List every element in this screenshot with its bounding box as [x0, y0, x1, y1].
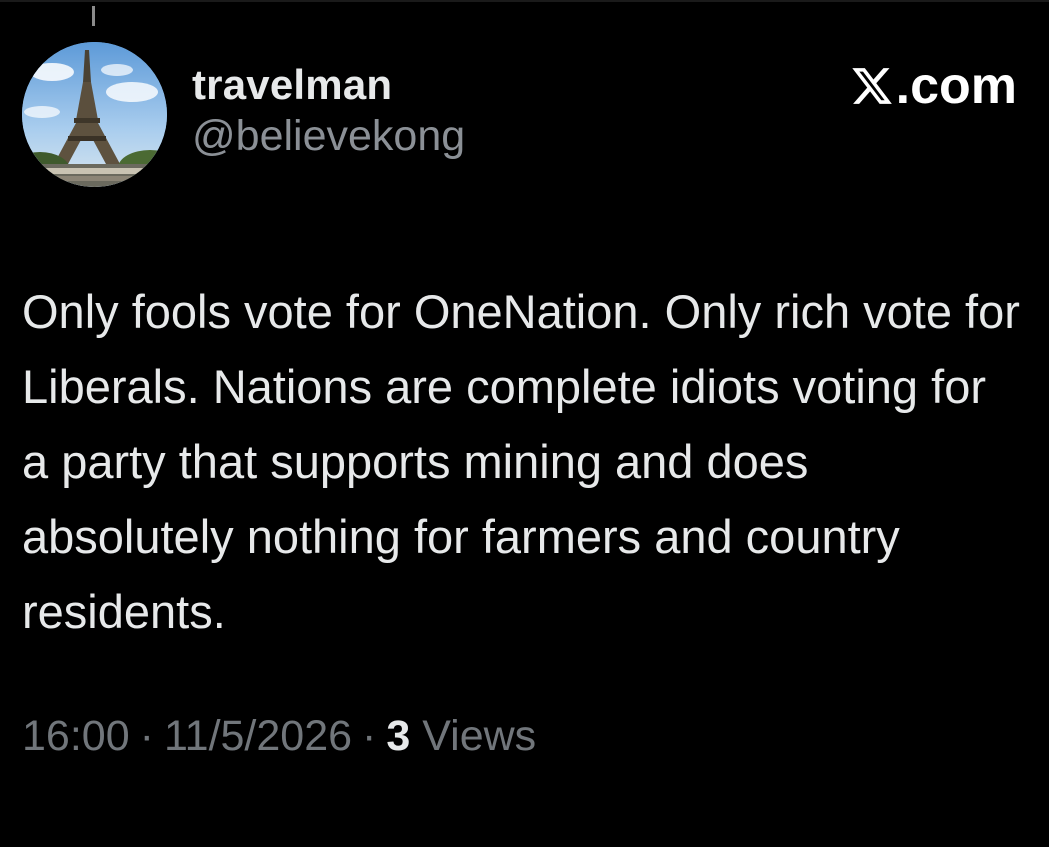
post-meta: 16:00 · 11/5/2026 · 3 Views [22, 708, 536, 764]
views-label[interactable]: Views [422, 712, 536, 760]
author-display-name[interactable]: travelman [192, 60, 465, 110]
avatar[interactable] [22, 42, 167, 187]
post-time[interactable]: 16:00 [22, 712, 130, 760]
eiffel-tower-avatar-icon [22, 42, 167, 187]
author-block[interactable]: travelman @believekong [192, 60, 465, 162]
author-handle[interactable]: @believekong [192, 110, 465, 162]
brand-watermark: .com [850, 56, 1017, 116]
x-logo-icon [851, 68, 892, 104]
views-count[interactable]: 3 [386, 712, 410, 760]
brand-label: .com [895, 57, 1017, 115]
meta-separator: · [139, 712, 154, 760]
post-text: Only fools vote for OneNation. Only rich… [22, 285, 1020, 638]
divider-tick [92, 6, 95, 26]
post-card: travelman @believekong .com Only fools v… [0, 0, 1049, 847]
meta-separator: · [362, 712, 377, 760]
post-date[interactable]: 11/5/2026 [164, 712, 352, 760]
